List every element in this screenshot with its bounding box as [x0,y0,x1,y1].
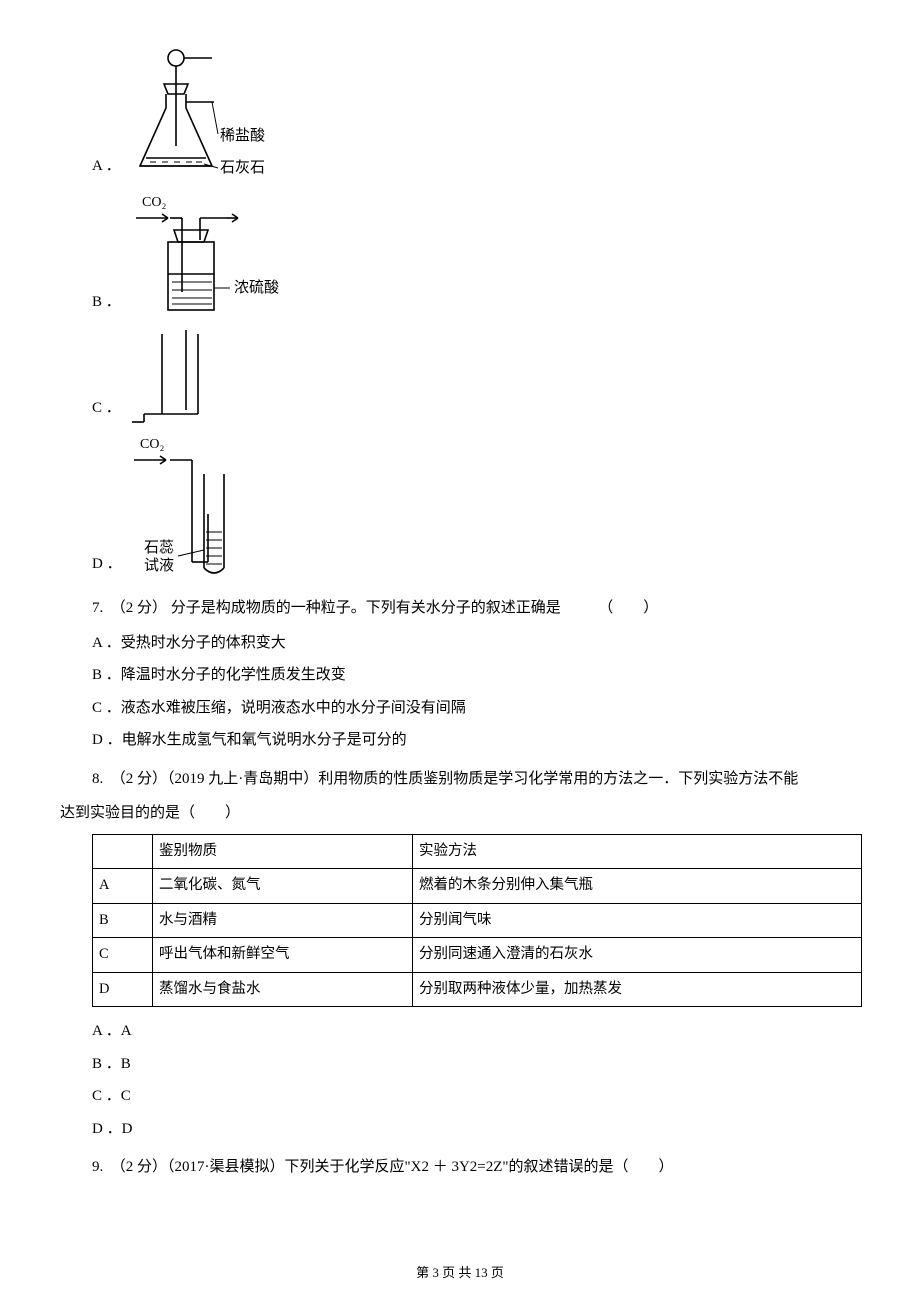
option-c-label: C ． [92,394,126,429]
table-cell: 水与酒精 [153,903,413,938]
option-a-label: A ． [92,152,126,187]
table-cell: 二氧化碳、氮气 [153,869,413,904]
table-cell: 呼出气体和新鲜空气 [153,938,413,973]
option-c-row: C ． [60,328,860,428]
table-cell: B [93,903,153,938]
table-row: 鉴别物质 实验方法 [93,834,862,869]
q8-stem-line1: 8. （2 分）（2019 九上·青岛期中）利用物质的性质鉴别物质是学习化学常用… [60,765,860,794]
table-cell: 燃着的木条分别伸入集气瓶 [413,869,862,904]
label-co2-in-d: CO₂ [140,437,164,452]
q8-option-a: A ．A [60,1017,860,1046]
q7-option-d: D ．电解水生成氢气和氧气说明水分子是可分的 [60,726,860,755]
table-cell: 分别同速通入澄清的石灰水 [413,938,862,973]
table-cell: 蒸馏水与食盐水 [153,972,413,1007]
table-row: A 二氧化碳、氮气 燃着的木条分别伸入集气瓶 [93,869,862,904]
diagram-d: CO₂ [126,434,266,584]
q9-stem: 9. （2 分）（2017·渠县模拟）下列关于化学反应"X2 ＋ 3Y2=2Z"… [60,1153,860,1182]
label-shihuishi: 石灰石 [220,159,265,176]
label-shirui2: 试液 [144,557,174,574]
q8-option-b: B ．B [60,1050,860,1079]
q8-stem-line2: 达到实验目的的是（ ） [60,799,860,828]
option-b-label: B ． [92,288,126,323]
table-row: D 蒸馏水与食盐水 分别取两种液体少量，加热蒸发 [93,972,862,1007]
diagram-c [126,328,236,428]
label-xiyansuan: 稀盐酸 [220,127,265,144]
table-cell: 实验方法 [413,834,862,869]
table-cell: A [93,869,153,904]
label-nongliusuan: 浓硫酸 [234,279,279,296]
q7-option-a: A ．受热时水分子的体积变大 [60,629,860,658]
option-a-row: A ． [60,46,860,186]
option-b-row: B ． CO₂ [60,192,860,322]
table-row: B 水与酒精 分别闻气味 [93,903,862,938]
table-cell: D [93,972,153,1007]
table-cell: 鉴别物质 [153,834,413,869]
table-cell: 分别闻气味 [413,903,862,938]
option-d-label: D ． [92,550,126,585]
table-cell: C [93,938,153,973]
q7-option-b: B ．降温时水分子的化学性质发生改变 [60,661,860,690]
q7-stem: 7. （2 分） 分子是构成物质的一种粒子。下列有关水分子的叙述正确是 （ ） [60,594,860,623]
q7-option-c: C ．液态水难被压缩，说明液态水中的水分子间没有间隔 [60,694,860,723]
diagram-a: 稀盐酸 石灰石 [126,46,296,186]
table-row: C 呼出气体和新鲜空气 分别同速通入澄清的石灰水 [93,938,862,973]
label-shirui1: 石蕊 [144,539,174,556]
option-d-row: D ． CO₂ [60,434,860,584]
table-cell [93,834,153,869]
diagram-b: CO₂ [126,192,316,322]
q8-option-d: D ．D [60,1115,860,1144]
page-footer: 第 3 页 共 13 页 [0,1261,920,1286]
table-cell: 分别取两种液体少量，加热蒸发 [413,972,862,1007]
q8-table: 鉴别物质 实验方法 A 二氧化碳、氮气 燃着的木条分别伸入集气瓶 B 水与酒精 … [92,834,862,1008]
label-co2-in-b: CO₂ [142,195,166,210]
q8-option-c: C ．C [60,1082,860,1111]
